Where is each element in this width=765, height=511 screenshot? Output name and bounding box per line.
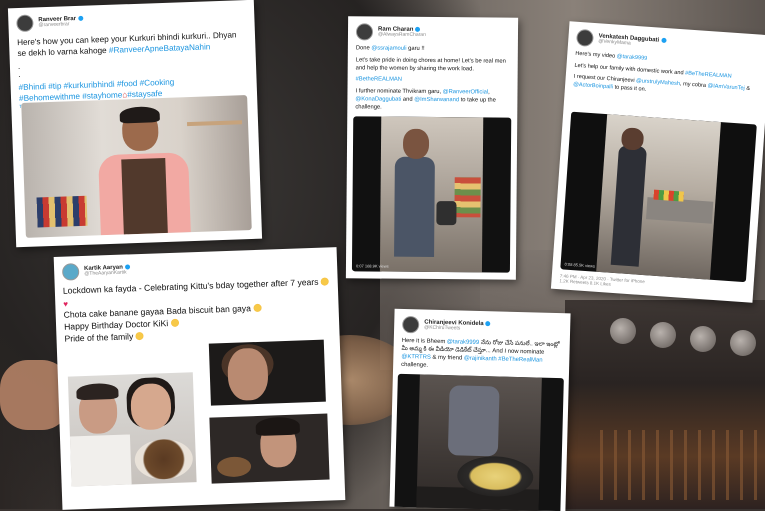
avatar[interactable] [355,23,374,41]
tweet-card-ram[interactable]: Ram Charan @AlwaysRamCharan Done @ssraja… [345,16,519,280]
tweet-line: I further nominate Thvikram garu, [355,88,442,96]
tweet-header: Ranveer Brar @ranveerbrar [16,7,246,33]
kitchen-shelf [186,120,243,127]
tweet-video[interactable] [394,373,564,511]
tweet-card-kartik[interactable]: Kartik Aaryan @TheAaryanKartik Lockdown … [53,247,346,510]
oven-knob [650,322,676,348]
mention-link[interactable]: @tarak9999 [447,339,479,346]
hourglass-emoji-icon [320,277,330,286]
oven-rack [600,430,760,500]
video-frame [416,374,542,511]
chef-apron [121,157,168,235]
user-handle[interactable]: @KChiruTweets [424,325,490,333]
hashtag-link[interactable]: #BetheREALMAN [356,77,510,86]
face [226,347,269,401]
tweet-line: Here's my video [575,50,616,60]
tweet-line: challenge. [401,361,429,369]
smile-emoji-icon [135,331,144,340]
mention-link[interactable]: @RanveerOfficial [443,89,488,95]
tweet-line: & [746,85,751,93]
sunglasses-emoji-icon [253,304,262,313]
tweet-header: Ram Charan @AlwaysRamCharan [355,23,510,41]
verified-badge-icon [77,16,84,22]
mention-link[interactable]: @IAmVarunTej [707,83,745,92]
tweet-text: Here it is Bheem @tarak9999 నేను రోజు చే… [401,338,562,374]
video-frame [379,116,484,273]
tweet-line: Pride of the family [64,330,134,344]
tweet-video[interactable] [21,95,252,238]
tweet-card-venkatesh[interactable]: Venkatesh Daggubati @VenkyMama Here's my… [550,21,765,303]
tweet-header: Chiranjeevi Konidela @KChiruTweets [401,315,562,337]
tweet-text: Lockdown ka fayda - Celebrating Kittu's … [63,276,332,344]
tweet-line: . And I now nominate [488,348,545,356]
arm [447,385,500,457]
hashtag-link[interactable]: #BeTheRealMan [498,356,542,363]
person-emoji-icon [170,318,179,327]
video-duration-views: 0:08 85.5K views [564,261,596,269]
video-frame [596,114,721,280]
tweet-footer: 7:46 PM · Apr 23, 2020 · Twitter for iPh… [559,273,645,289]
oven-knob [610,318,636,344]
mention-link[interactable]: @ActorBoinpalli [573,81,613,90]
tweet-text: Done @ssrajamouli garu !! Let's take pri… [355,45,510,113]
cake [216,456,252,478]
man-head [402,128,430,159]
man-body [610,145,648,267]
tweet-photo[interactable] [67,372,197,487]
mention-link[interactable]: @ssrajamouli [371,45,406,51]
tweet-photo[interactable] [208,339,326,406]
oven-knob [730,330,756,356]
shirt [69,434,132,487]
avatar[interactable] [401,315,420,334]
tweet-line: garu !! [408,45,425,52]
hashtag-link[interactable]: #RanveerApneBatayaNahin [109,42,211,55]
tweet-video[interactable]: 0:08 85.5K views [560,111,757,283]
user-handle[interactable]: @TheAaryanKartik [84,269,130,277]
mention-link[interactable]: @KTRTRS [401,354,431,361]
tweet-line: Lockdown ka fayda - Celebrating Kittu's … [62,276,319,296]
chef-hair [119,106,160,124]
tweet-line: Let's take pride in doing chores at home… [355,57,506,72]
tweet-text: Here's my video @tarak9999 Let's help ou… [573,51,761,102]
oven-knob [690,326,716,352]
verified-badge-icon [660,38,667,44]
tweet-card-ranveer[interactable]: Ranveer Brar @ranveerbrar Here's how you… [7,0,263,248]
hair [76,382,119,401]
verified-badge-icon [485,321,491,327]
tweet-line: Here it is Bheem [401,337,446,346]
hair [255,416,301,437]
video-duration-views: 0:07 168.9K views [355,263,389,269]
bottles [36,195,88,228]
tweet-line: Done [355,45,370,52]
mention-link[interactable]: @ImSharwanand [414,97,459,103]
man-body [394,156,435,258]
face [130,383,172,431]
kitchen-items [454,177,481,218]
avatar[interactable] [575,28,595,47]
tweet-header: Kartik Aaryan @TheAaryanKartik [61,254,329,281]
tweet-line: & my friend [432,354,463,362]
tweet-photo[interactable] [209,413,330,484]
avatar[interactable] [61,263,80,281]
user-handle[interactable]: @ranveerbrar [38,21,83,29]
mention-link[interactable]: @tarak9999 [617,54,648,62]
tweet-video[interactable]: 0:07 168.9K views [351,116,512,273]
vegetables [653,189,684,202]
mention-link[interactable]: @KonaDaggubati [355,96,401,102]
tweet-line: to pass it on. [614,84,647,93]
tweet-card-chiranjeevi[interactable]: Chiranjeevi Konidela @KChiruTweets Here … [389,308,571,511]
heart-emoji-icon: ♥ [63,299,69,309]
tweet-line: , my cobra [679,81,707,90]
user-handle[interactable]: @AlwaysRamCharan [378,32,426,39]
mention-link[interactable]: @rajinikanth [464,355,497,362]
avatar[interactable] [16,14,34,33]
hashtag-link[interactable]: #BeTheREALMAN [685,70,732,79]
cake [134,438,194,481]
kettle [436,201,457,226]
tweet-line: and [402,96,413,103]
